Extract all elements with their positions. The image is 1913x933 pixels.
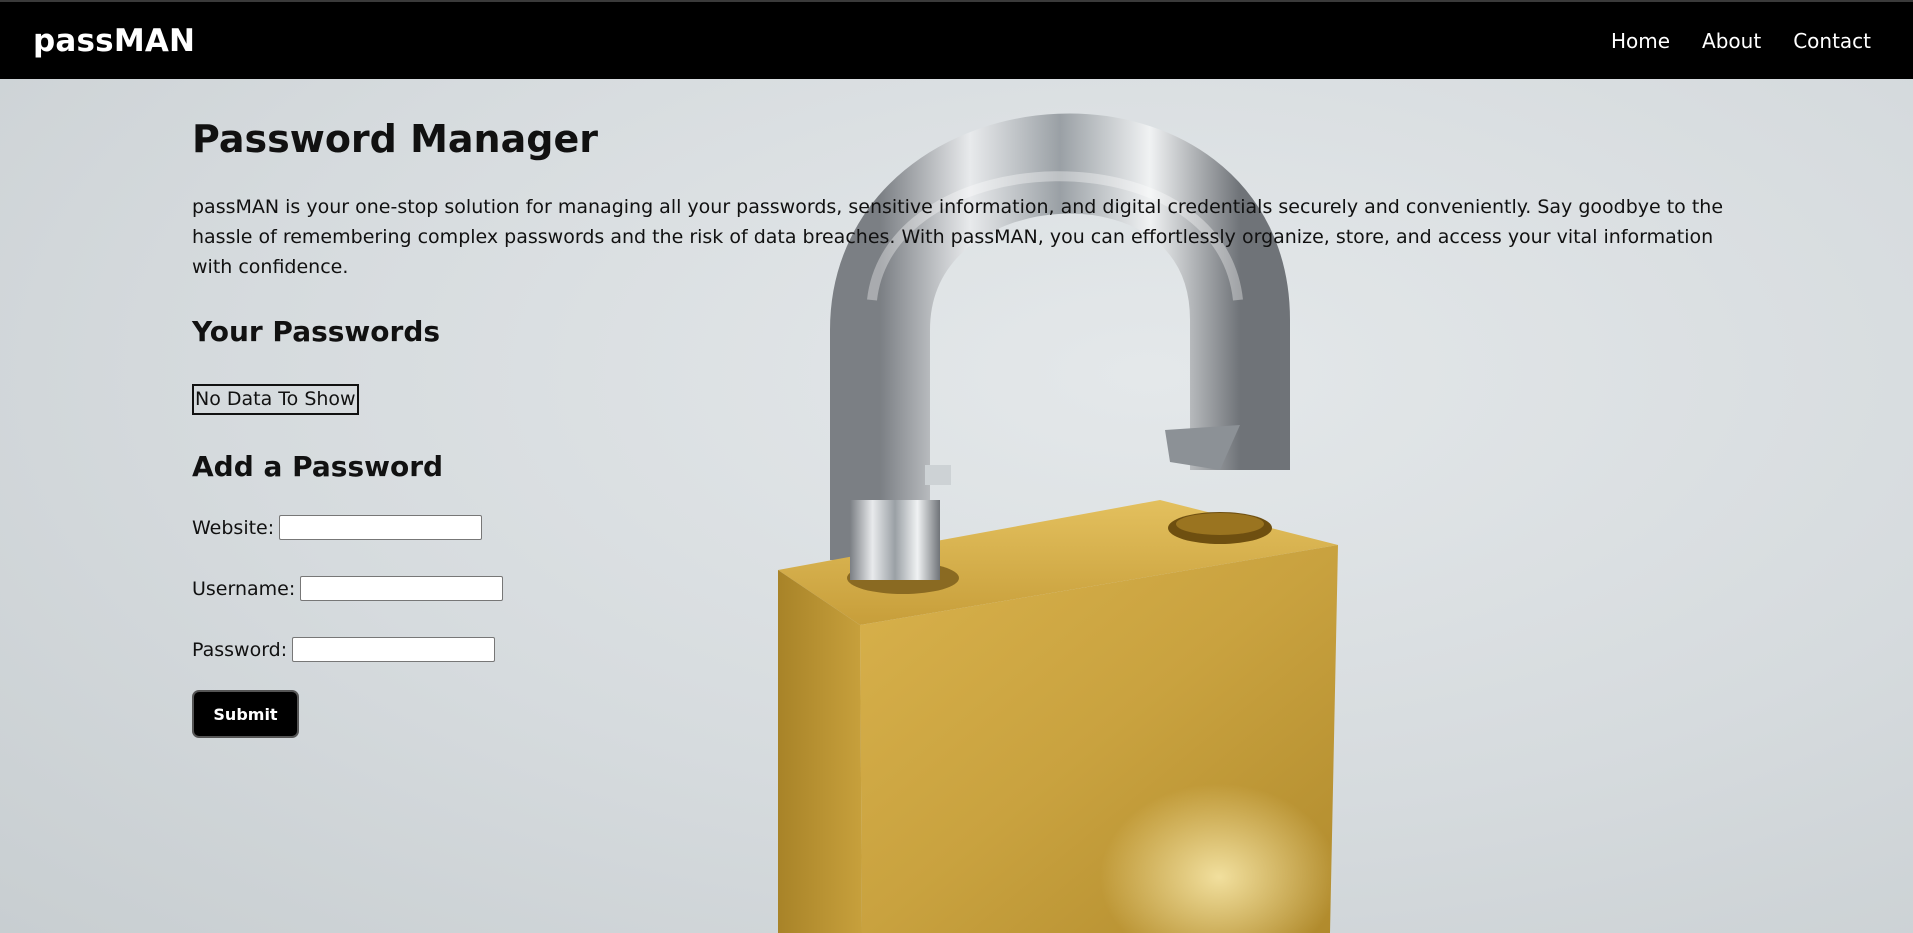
password-field-row: Password: — [192, 629, 1732, 670]
submit-button[interactable]: Submit — [192, 690, 299, 738]
your-passwords-heading: Your Passwords — [192, 315, 441, 348]
website-field-row: Website: — [192, 507, 1732, 548]
nav-links: Home About Contact — [1611, 29, 1871, 53]
no-data-message: No Data To Show — [192, 384, 359, 415]
password-input[interactable] — [292, 637, 496, 662]
main-content: Password Manager passMAN is your one-sto… — [192, 112, 1732, 738]
username-field-row: Username: — [192, 568, 1732, 609]
username-input[interactable] — [300, 576, 504, 601]
website-input[interactable] — [279, 515, 483, 540]
nav-link-home[interactable]: Home — [1611, 29, 1670, 53]
brand-logo[interactable]: passMAN — [33, 23, 195, 59]
navbar: passMAN Home About Contact — [0, 2, 1913, 79]
password-label: Password: — [192, 638, 288, 661]
add-password-heading: Add a Password — [192, 450, 444, 483]
add-password-form: Website: Username: Password: Submit — [192, 507, 1732, 738]
username-label: Username: — [192, 577, 296, 600]
page-title: Password Manager — [192, 117, 598, 161]
nav-link-about[interactable]: About — [1702, 29, 1761, 53]
nav-link-contact[interactable]: Contact — [1793, 29, 1871, 53]
website-label: Website: — [192, 516, 275, 539]
intro-paragraph: passMAN is your one-stop solution for ma… — [192, 196, 1724, 278]
